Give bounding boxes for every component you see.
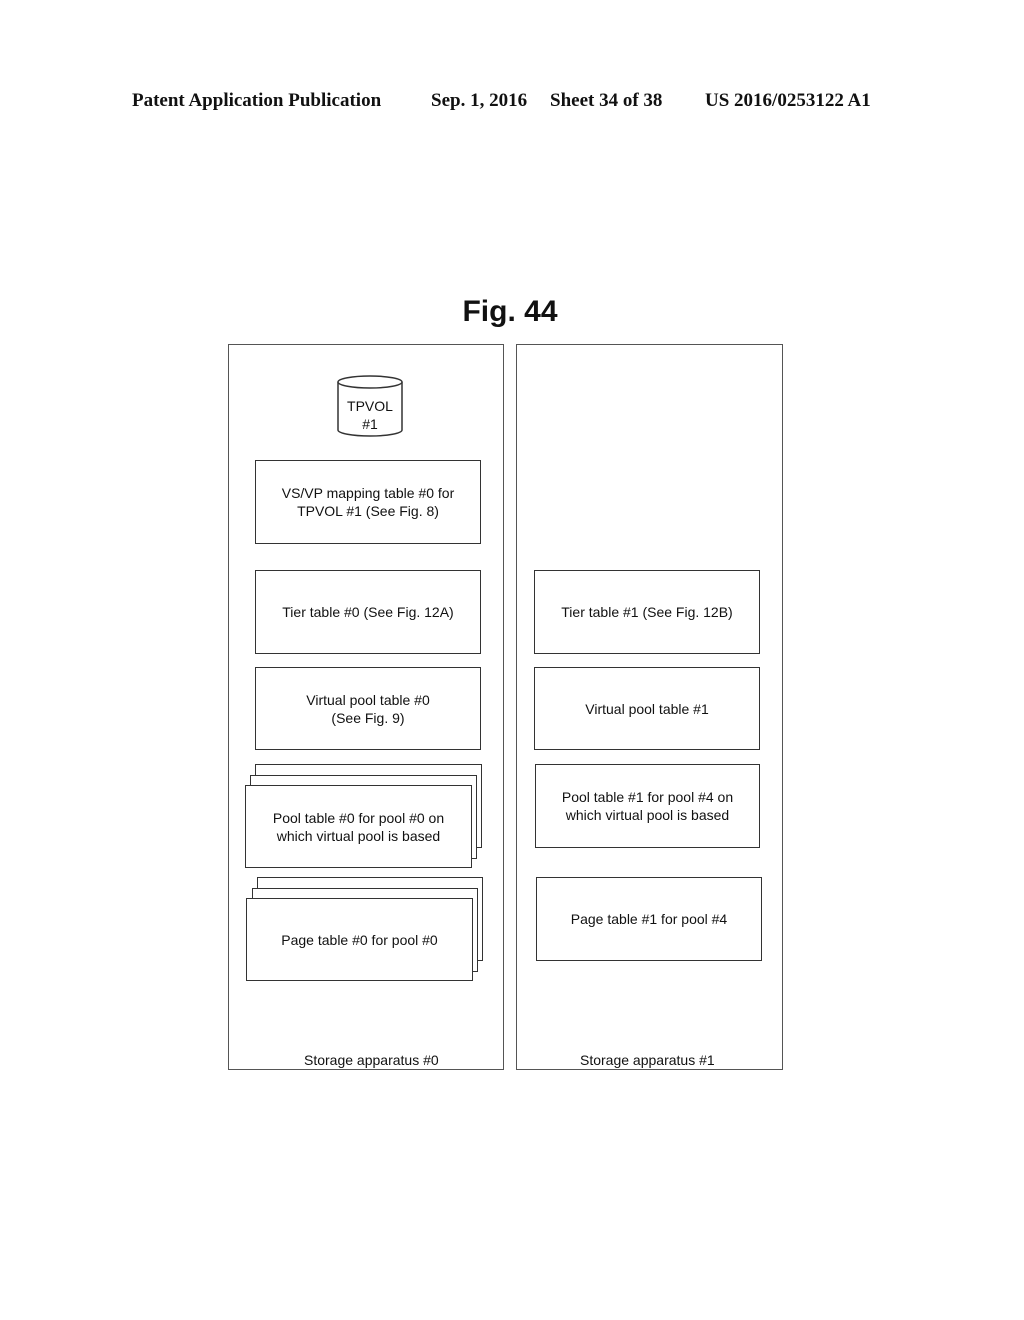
vsvp-mapping-table-0: VS/VP mapping table #0 for TPVOL #1 (See… bbox=[255, 460, 481, 544]
storage-apparatus-0-label: Storage apparatus #0 bbox=[304, 1052, 439, 1068]
patent-number: US 2016/0253122 A1 bbox=[705, 90, 871, 111]
tier-table-1: Tier table #1 (See Fig. 12B) bbox=[534, 570, 760, 654]
virtual-pool-table-0: Virtual pool table #0 (See Fig. 9) bbox=[255, 667, 481, 750]
tier-table-0: Tier table #0 (See Fig. 12A) bbox=[255, 570, 481, 654]
storage-apparatus-1-label: Storage apparatus #1 bbox=[580, 1052, 715, 1068]
tpvol-label: TPVOL #1 bbox=[347, 398, 393, 432]
page-table-1: Page table #1 for pool #4 bbox=[536, 877, 762, 961]
publication-label: Patent Application Publication bbox=[132, 90, 382, 111]
pool-table-1: Pool table #1 for pool #4 on which virtu… bbox=[535, 764, 760, 848]
publication-date: Sep. 1, 2016 bbox=[431, 90, 528, 111]
sheet-number: Sheet 34 of 38 bbox=[550, 90, 663, 111]
virtual-pool-table-1: Virtual pool table #1 bbox=[534, 667, 760, 750]
page-table-0: Page table #0 for pool #0 bbox=[246, 898, 473, 981]
pool-table-0: Pool table #0 for pool #0 on which virtu… bbox=[245, 785, 472, 868]
figure-title: Fig. 44 bbox=[462, 295, 558, 328]
